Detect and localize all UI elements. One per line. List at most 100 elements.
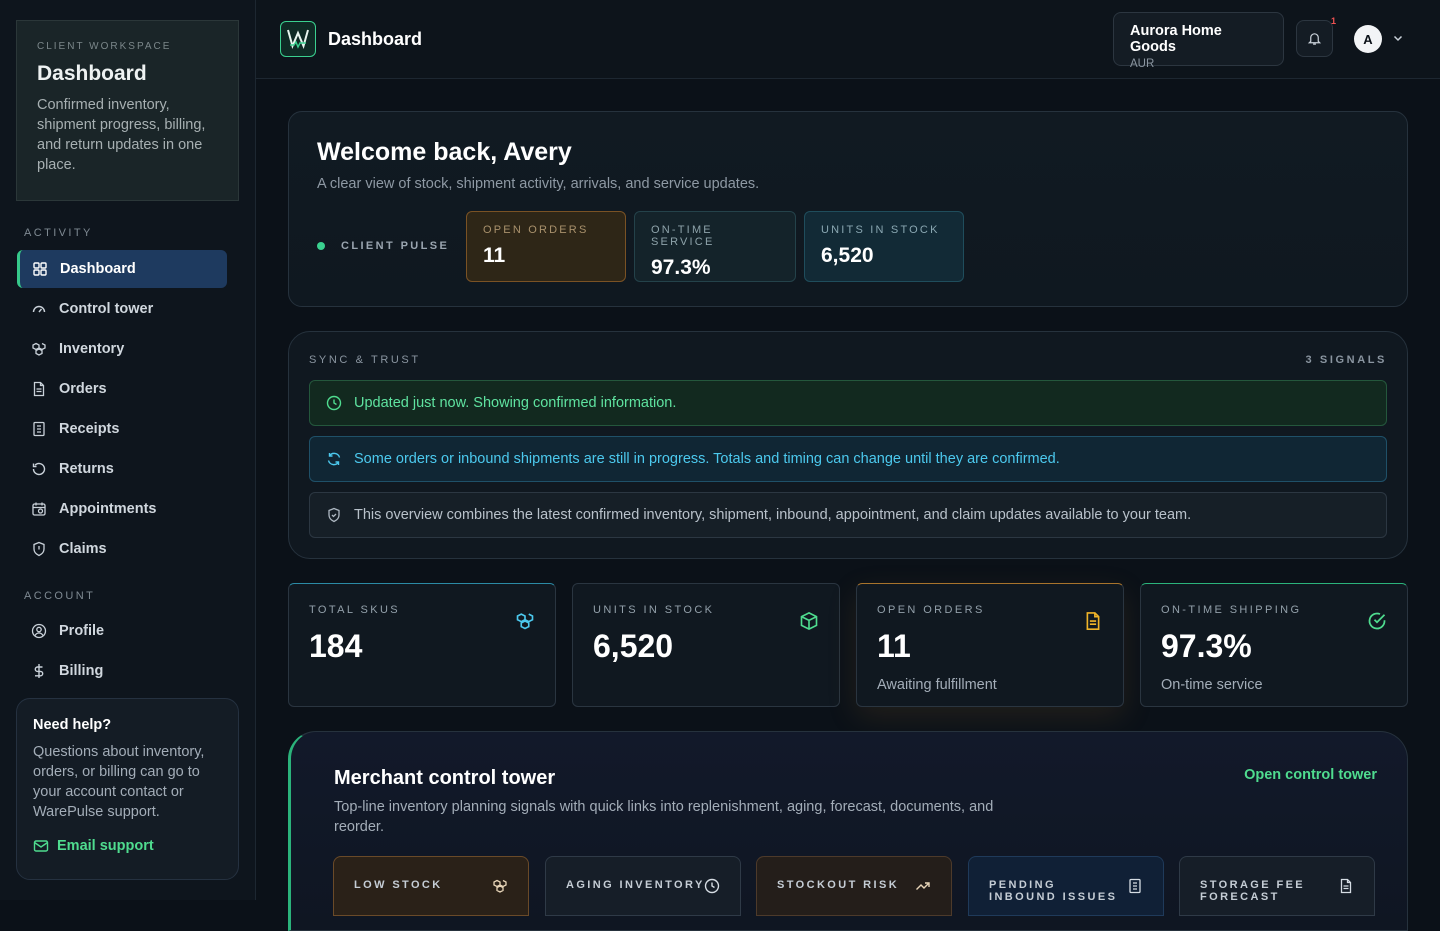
- chip-value: 97.3%: [651, 256, 711, 279]
- workspace-kicker: CLIENT WORKSPACE: [37, 41, 172, 52]
- avatar[interactable]: A: [1354, 25, 1382, 53]
- chip-label: UNITS IN STOCK: [821, 224, 940, 236]
- org-name: Aurora Home Goods: [1130, 23, 1222, 55]
- receipt-icon: [1129, 878, 1141, 894]
- tower-card-pending-inbound-issues[interactable]: PENDING INBOUND ISSUES: [968, 856, 1164, 916]
- rotate-ccw-icon: [32, 462, 46, 476]
- tower-card-low-stock[interactable]: LOW STOCK: [333, 856, 529, 916]
- tower-card-aging-inventory[interactable]: AGING INVENTORY: [545, 856, 741, 916]
- sidebar-item-inventory[interactable]: Inventory: [17, 330, 227, 368]
- sidebar-item-returns[interactable]: Returns: [17, 450, 227, 488]
- client-pulse-label: CLIENT PULSE: [341, 240, 450, 252]
- sidebar-item-label: Claims: [59, 541, 107, 557]
- open-orders-chip: OPEN ORDERS 11: [466, 211, 626, 282]
- sidebar-item-label: Receipts: [59, 421, 120, 437]
- tower-card-storage-fee-forecast[interactable]: STORAGE FEE FORECAST: [1179, 856, 1375, 916]
- grid-icon: [33, 262, 47, 276]
- sidebar-item-dashboard[interactable]: Dashboard: [17, 250, 227, 288]
- kpi-value: 11: [877, 628, 911, 664]
- chevron-down-icon[interactable]: [1392, 32, 1404, 44]
- tower-description: Top-line inventory planning signals with…: [334, 799, 994, 835]
- clock-icon: [326, 395, 342, 411]
- tower-title: Merchant control tower: [334, 767, 556, 789]
- tower-card-label: LOW STOCK: [354, 879, 443, 891]
- banner-text: Some orders or inbound shipments are sti…: [354, 451, 1060, 467]
- kpi-card-units-in-stock[interactable]: UNITS IN STOCK 6,520: [572, 583, 840, 707]
- signal-count: 3 SIGNALS: [1305, 354, 1387, 366]
- sync-kicker: SYNC & TRUST: [309, 354, 421, 366]
- sidebar-item-label: Inventory: [59, 341, 125, 357]
- boxes-icon: [493, 879, 507, 893]
- kpi-label: OPEN ORDERS: [877, 604, 985, 616]
- workspace-title: Dashboard: [37, 62, 147, 85]
- sidebar-item-control-tower[interactable]: Control tower: [17, 290, 227, 328]
- gauge-icon: [32, 305, 46, 313]
- sidebar-item-label: Dashboard: [60, 261, 136, 277]
- tower-card-label: AGING INVENTORY: [566, 879, 705, 891]
- kpi-label: TOTAL SKUS: [309, 604, 401, 616]
- kpi-value: 6,520: [593, 628, 674, 664]
- page-title: Dashboard: [328, 29, 423, 49]
- on-time-service-chip: ON-TIME SERVICE 97.3%: [634, 211, 796, 282]
- kpi-card-on-time-shipping[interactable]: ON-TIME SHIPPING 97.3% On-time service: [1140, 583, 1408, 707]
- boxes-icon: [516, 613, 534, 630]
- sidebar-item-label: Returns: [59, 461, 114, 477]
- sidebar-item-receipts[interactable]: Receipts: [17, 410, 227, 448]
- dollar-icon: [34, 664, 44, 678]
- bell-icon: [1307, 33, 1322, 45]
- kpi-subtext: Awaiting fulfillment: [877, 677, 997, 693]
- clock-icon: [704, 878, 720, 894]
- app-logo[interactable]: [280, 21, 316, 57]
- workspace-description: Confirmed inventory, shipment progress, …: [37, 97, 206, 173]
- sidebar-item-orders[interactable]: Orders: [17, 370, 227, 408]
- notification-badge: 1: [1331, 16, 1337, 26]
- chip-label: ON-TIME SERVICE: [651, 224, 715, 248]
- kpi-card-open-orders[interactable]: OPEN ORDERS 11 Awaiting fulfillment: [856, 583, 1124, 707]
- account-section-label: ACCOUNT: [24, 590, 96, 602]
- merchant-control-tower: Merchant control tower Top-line inventor…: [288, 731, 1408, 931]
- banner-text: This overview combines the latest confir…: [354, 507, 1192, 523]
- sidebar-item-label: Orders: [59, 381, 107, 397]
- trend-up-icon: [916, 882, 930, 890]
- tower-card-label: STOCKOUT RISK: [777, 879, 900, 891]
- tower-card-label: STORAGE FEE FORECAST: [1200, 879, 1306, 903]
- user-circle-icon: [31, 623, 47, 639]
- overview-info-banner: This overview combines the latest confir…: [309, 492, 1387, 538]
- mail-icon: [33, 840, 49, 852]
- kpi-card-total-skus[interactable]: TOTAL SKUS 184: [288, 583, 556, 707]
- in-progress-banner: Some orders or inbound shipments are sti…: [309, 436, 1387, 482]
- welcome-title: Welcome back, Avery: [317, 138, 572, 166]
- open-control-tower-link[interactable]: Open control tower: [1244, 767, 1377, 783]
- package-icon: [800, 611, 818, 631]
- org-switcher[interactable]: Aurora Home Goods AUR: [1113, 12, 1284, 70]
- sidebar-item-profile[interactable]: Profile: [17, 612, 227, 650]
- sidebar-item-label: Billing: [59, 663, 104, 679]
- email-support-link[interactable]: Email support: [33, 838, 222, 854]
- receipt-icon: [33, 421, 45, 437]
- email-support-label: Email support: [57, 838, 154, 854]
- tower-card-label: PENDING INBOUND ISSUES: [989, 879, 1118, 903]
- chip-value: 11: [483, 244, 506, 267]
- updated-banner: Updated just now. Showing confirmed info…: [309, 380, 1387, 426]
- refresh-icon: [327, 452, 341, 466]
- sidebar-item-appointments[interactable]: Appointments: [17, 490, 227, 528]
- document-icon: [1086, 612, 1100, 630]
- topbar: Dashboard Aurora Home Goods AUR 1 A: [256, 0, 1440, 79]
- welcome-hero: Welcome back, Avery A clear view of stoc…: [288, 111, 1408, 307]
- chip-label: OPEN ORDERS: [483, 224, 589, 236]
- help-description: Questions about inventory, orders, or bi…: [33, 744, 205, 820]
- kpi-label: UNITS IN STOCK: [593, 604, 715, 616]
- sidebar-item-billing[interactable]: Billing: [17, 652, 227, 690]
- banner-text: Updated just now. Showing confirmed info…: [354, 395, 677, 411]
- warepulse-logo-icon: [287, 29, 309, 50]
- notifications-button[interactable]: [1296, 20, 1333, 57]
- shield-icon: [328, 507, 340, 523]
- tower-card-stockout-risk[interactable]: STOCKOUT RISK: [756, 856, 952, 916]
- kpi-subtext: On-time service: [1161, 677, 1263, 693]
- help-card: Need help? Questions about inventory, or…: [16, 698, 239, 880]
- sidebar-item-claims[interactable]: Claims: [17, 530, 227, 568]
- org-code: AUR: [1130, 58, 1155, 70]
- workspace-card: CLIENT WORKSPACE Dashboard Confirmed inv…: [16, 20, 239, 201]
- chip-value: 6,520: [821, 244, 874, 267]
- welcome-subtitle: A clear view of stock, shipment activity…: [317, 176, 760, 192]
